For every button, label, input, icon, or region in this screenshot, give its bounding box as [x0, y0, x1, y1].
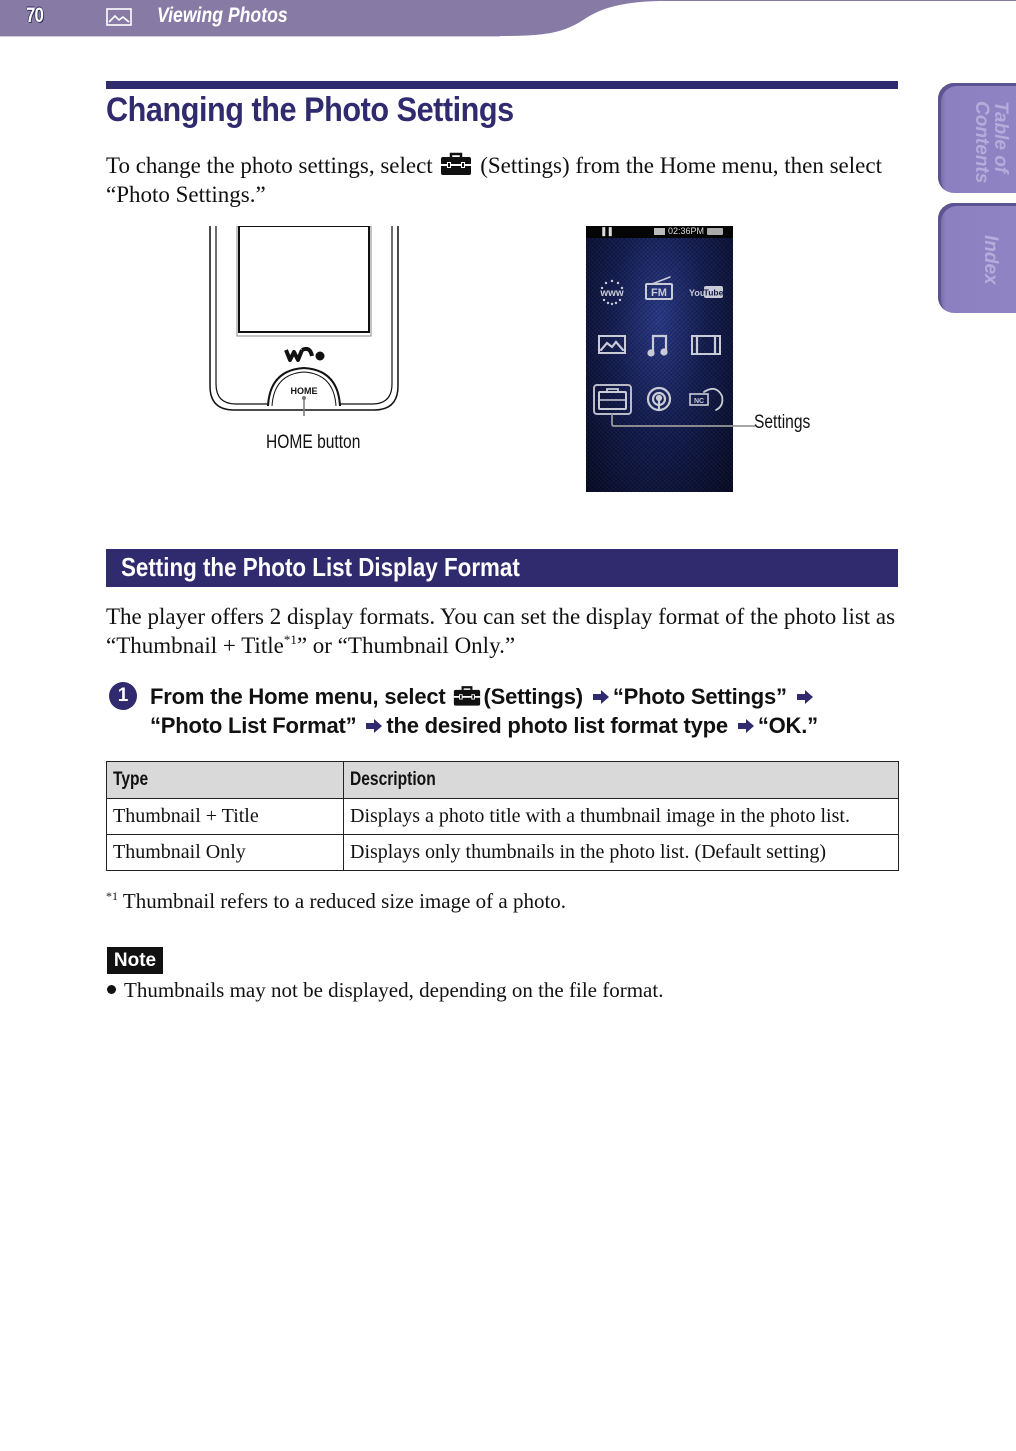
tab-label: Index: [980, 235, 1001, 285]
home-key-text: HOME: [291, 386, 318, 396]
table-cell: Thumbnail Only: [106, 834, 344, 871]
settings-label: Settings: [754, 412, 811, 433]
tab-index[interactable]: Index: [938, 203, 1016, 313]
intro-text: To change the photo settings, select: [106, 153, 433, 178]
tab-label: Table of Contents: [971, 101, 1011, 184]
toolbox-icon: [441, 152, 472, 175]
column-header: Description: [343, 761, 899, 799]
svg-text:FM: FM: [651, 287, 667, 299]
arrow-right-icon: [366, 719, 383, 733]
arrow-right-icon: [737, 719, 754, 733]
table-row: Thumbnail + Title Displays a photo title…: [106, 798, 899, 835]
table-cell: Displays only thumbnails in the photo li…: [343, 834, 899, 871]
tab-table-of-contents[interactable]: Table of Contents: [938, 83, 1016, 193]
bullet-icon: [107, 985, 116, 994]
step-text: (Settings): [483, 684, 583, 709]
podcast-icon: [646, 386, 672, 412]
table-cell: Thumbnail + Title: [106, 798, 344, 835]
svg-text:Tube: Tube: [704, 288, 724, 298]
step-text: From the Home menu, select: [150, 684, 446, 709]
photo-app-icon: [598, 335, 626, 354]
svg-text:www: www: [599, 288, 624, 299]
settings-callout-line: [733, 425, 755, 427]
noise-canceling-icon: NC: [689, 387, 724, 411]
step-text: the desired photo list format type: [386, 713, 728, 738]
svg-text:NC: NC: [694, 398, 704, 405]
footnote-text: Thumbnail refers to a reduced size image…: [122, 889, 567, 913]
home-button-label: HOME button: [266, 432, 361, 453]
title-rule: [106, 81, 898, 89]
step-number-badge: 1: [109, 682, 137, 710]
step-instruction: From the Home menu, select (Settings) “P…: [150, 682, 910, 740]
www-icon: www: [599, 279, 624, 306]
section-title: Viewing Photos: [157, 4, 288, 27]
youtube-icon: You Tube: [689, 286, 724, 298]
video-icon: [691, 334, 721, 356]
toolbox-icon: [454, 686, 481, 706]
settings-app-icon: [593, 384, 632, 415]
format-table: Type Description Thumbnail + Title Displ…: [106, 761, 899, 871]
step-text: “Photo Settings”: [612, 684, 787, 709]
photo-icon: [106, 8, 132, 26]
page-number: 70: [26, 4, 44, 27]
home-menu-screen: ❚❚ 02:36PM www FM You Tube NC: [586, 226, 733, 492]
table-row: Thumbnail Only Displays only thumbnails …: [106, 834, 899, 871]
header-bar: [0, 0, 1016, 37]
settings-callout-line: [611, 413, 733, 427]
footnote: *1 Thumbnail refers to a reduced size im…: [106, 889, 566, 914]
step-text: “Photo List Format”: [150, 713, 357, 738]
note-label: Note: [107, 947, 163, 974]
note-item: Thumbnails may not be displayed, dependi…: [107, 978, 663, 1003]
step-text: “OK.”: [757, 713, 818, 738]
subsection-paragraph: The player offers 2 display formats. You…: [106, 602, 906, 660]
fm-radio-icon: FM: [645, 276, 673, 300]
arrow-right-icon: [796, 690, 813, 704]
arrow-right-icon: [592, 690, 609, 704]
table-cell: Displays a photo title with a thumbnail …: [343, 798, 899, 835]
page-header: 70 Viewing Photos: [0, 0, 1016, 40]
walkman-logo: [284, 346, 325, 362]
note-text: Thumbnails may not be displayed, dependi…: [124, 978, 664, 1002]
table-header-row: Type Description: [106, 761, 899, 799]
player-illustration: HOME: [209, 226, 399, 416]
footnote-mark: *1: [106, 889, 118, 903]
footnote-ref: *1: [283, 632, 297, 647]
body-text: ” or “Thumbnail Only.”: [296, 633, 516, 658]
music-icon: [647, 334, 668, 357]
intro-paragraph: To change the photo settings, select (Se…: [106, 151, 906, 209]
page-title: Changing the Photo Settings: [106, 91, 514, 129]
column-header: Type: [106, 761, 344, 799]
subsection-title: Setting the Photo List Display Format: [121, 552, 520, 582]
